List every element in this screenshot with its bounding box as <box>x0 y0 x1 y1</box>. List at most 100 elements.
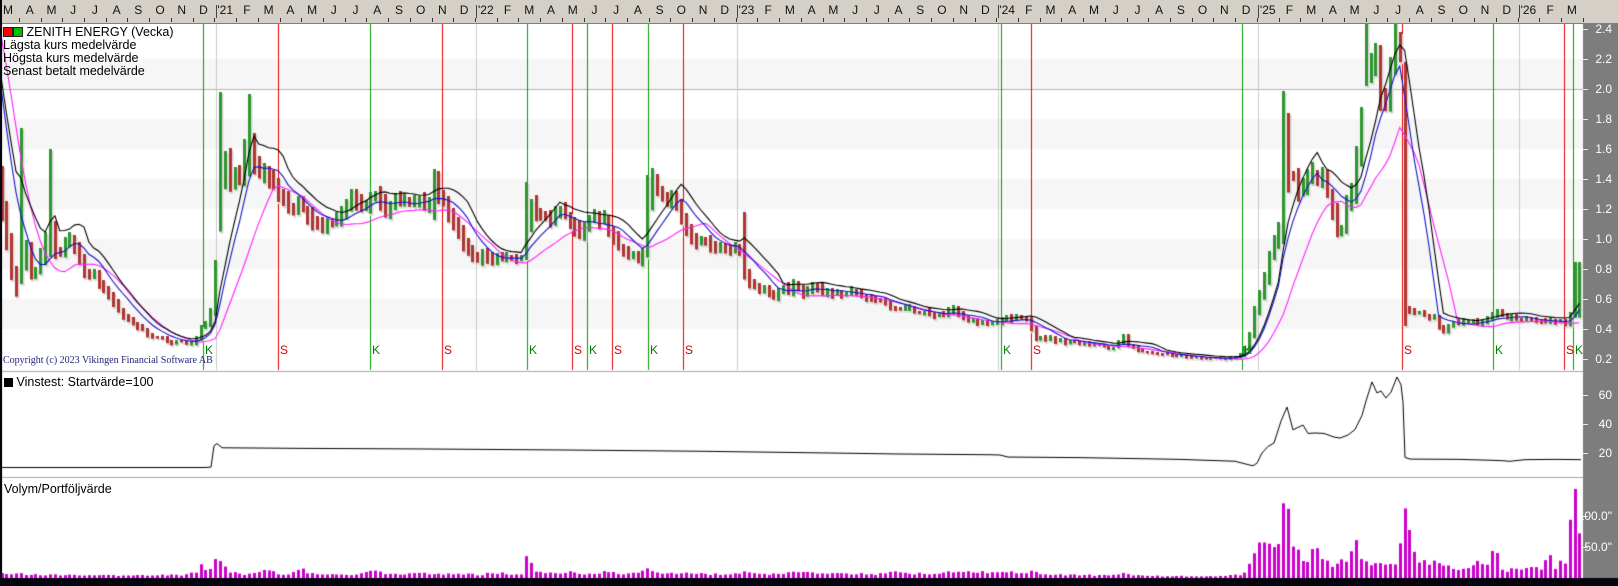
month-label: S <box>395 3 403 17</box>
axis-tick <box>1192 18 1193 22</box>
axis-tick <box>475 18 476 22</box>
month-label: F <box>1546 3 1553 17</box>
month-label: S <box>1177 3 1185 17</box>
axis-tick <box>1366 18 1367 22</box>
axis-tick <box>801 18 802 22</box>
axis-tick <box>692 18 693 22</box>
month-label: J <box>1134 3 1140 17</box>
axis-tick <box>127 18 128 22</box>
year-separator-tick <box>1258 5 1259 18</box>
month-label: O <box>1198 3 1207 17</box>
month-label: J <box>353 3 359 17</box>
month-label: A <box>1329 3 1337 17</box>
axis-tick <box>1257 18 1258 22</box>
month-label: O <box>155 3 164 17</box>
month-label: M <box>828 3 838 17</box>
axis-tick <box>996 18 997 22</box>
month-label: M <box>3 3 13 17</box>
axis-tick <box>432 18 433 22</box>
month-label: M <box>1306 3 1316 17</box>
axis-tick <box>388 18 389 22</box>
axis-tick <box>1518 18 1519 22</box>
axis-tick <box>453 18 454 22</box>
month-label: M <box>264 3 274 17</box>
axis-tick <box>1018 18 1019 22</box>
axis-tick <box>1148 18 1149 22</box>
price-volume-chart-canvas[interactable] <box>0 24 1618 586</box>
axis-tick <box>1561 18 1562 22</box>
year-separator-tick <box>216 5 217 18</box>
month-label: D <box>460 3 469 17</box>
axis-tick <box>1127 18 1128 22</box>
axis-tick <box>410 18 411 22</box>
month-label: '25 <box>1260 3 1276 17</box>
axis-tick <box>1539 18 1540 22</box>
month-label: A <box>1155 3 1163 17</box>
axis-tick <box>1322 18 1323 22</box>
month-label: N <box>699 3 708 17</box>
month-label: J <box>92 3 98 17</box>
axis-tick <box>106 18 107 22</box>
month-label: J <box>1373 3 1379 17</box>
month-label: O <box>937 3 946 17</box>
month-label: O <box>1459 3 1468 17</box>
month-label: A <box>373 3 381 17</box>
axis-tick <box>562 18 563 22</box>
axis-tick <box>62 18 63 22</box>
axis-tick <box>866 18 867 22</box>
axis-tick <box>888 18 889 22</box>
month-label: N <box>177 3 186 17</box>
month-label: N <box>1220 3 1229 17</box>
month-label: M <box>524 3 534 17</box>
axis-tick <box>1279 18 1280 22</box>
month-label: J <box>613 3 619 17</box>
axis-tick <box>584 18 585 22</box>
month-label: A <box>286 3 294 17</box>
axis-tick <box>714 18 715 22</box>
month-label: M <box>1567 3 1577 17</box>
month-label: N <box>1481 3 1490 17</box>
axis-tick <box>931 18 932 22</box>
axis-tick <box>280 18 281 22</box>
axis-tick <box>1583 18 1584 22</box>
month-label: A <box>26 3 34 17</box>
month-label: D <box>199 3 208 17</box>
month-label: A <box>547 3 555 17</box>
month-label: A <box>634 3 642 17</box>
axis-tick <box>975 18 976 22</box>
axis-tick <box>236 18 237 22</box>
month-label: J <box>1113 3 1119 17</box>
month-label: '24 <box>999 3 1015 17</box>
month-label: A <box>895 3 903 17</box>
axis-tick <box>844 18 845 22</box>
year-separator-tick <box>998 5 999 18</box>
month-label: J <box>70 3 76 17</box>
axis-tick <box>953 18 954 22</box>
vikingen-chart-window: MAMJJASOND'21FMAMJJASOND'22FMAMJJASOND'2… <box>0 0 1618 586</box>
axis-tick <box>1040 18 1041 22</box>
month-label: F <box>765 3 772 17</box>
axis-tick <box>823 18 824 22</box>
month-label: F <box>243 3 250 17</box>
axis-tick <box>518 18 519 22</box>
year-separator-tick <box>1519 5 1520 18</box>
month-label: N <box>438 3 447 17</box>
month-label: J <box>852 3 858 17</box>
axis-tick <box>757 18 758 22</box>
axis-tick <box>779 18 780 22</box>
axis-tick <box>1083 18 1084 22</box>
axis-tick <box>1496 18 1497 22</box>
month-label: M <box>46 3 56 17</box>
month-label: J <box>591 3 597 17</box>
month-label: A <box>113 3 121 17</box>
axis-tick <box>670 18 671 22</box>
month-label: S <box>134 3 142 17</box>
axis-tick <box>149 18 150 22</box>
month-label: N <box>959 3 968 17</box>
time-axis[interactable]: MAMJJASOND'21FMAMJJASOND'22FMAMJJASOND'2… <box>0 0 1618 24</box>
month-label: '23 <box>739 3 755 17</box>
axis-tick <box>1431 18 1432 22</box>
axis-tick <box>1387 18 1388 22</box>
axis-tick <box>1235 18 1236 22</box>
axis-tick <box>301 18 302 22</box>
